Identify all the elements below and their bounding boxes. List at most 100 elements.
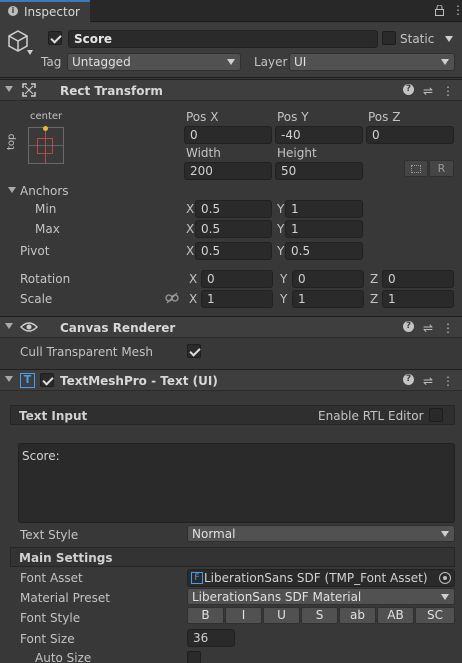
help-icon[interactable]: ? — [402, 321, 414, 332]
gameobject-name-field[interactable]: Score — [68, 30, 378, 48]
anchor-min-y-field[interactable]: 1 — [285, 200, 363, 218]
height-field[interactable]: 50 — [275, 162, 363, 180]
width-label: Width — [186, 146, 221, 160]
material-preset-value: LiberationSans SDF Material — [192, 590, 362, 604]
fold-arrow-icon[interactable] — [5, 376, 13, 382]
font-style-strikethrough-button[interactable]: S — [301, 607, 338, 624]
pivot-x-field[interactable]: 0.5 — [195, 242, 272, 260]
preset-icon[interactable]: ⇌ — [423, 84, 433, 98]
scale-x-label[interactable]: X — [189, 292, 197, 306]
tmp-header[interactable]: T TextMeshPro - Text (UI) ? ⇌ ⋮ — [0, 369, 462, 391]
font-style-uppercase-button[interactable]: AB — [377, 607, 414, 624]
anchor-max-x-field[interactable]: 0.5 — [195, 220, 272, 238]
tab-label: Inspector — [24, 5, 80, 19]
rect-transform-icon — [22, 83, 36, 100]
constrain-proportions-icon[interactable] — [165, 292, 179, 307]
font-size-field[interactable]: 36 — [187, 629, 235, 647]
anchors-fold-icon[interactable] — [8, 187, 16, 193]
anchor-max-y-field[interactable]: 1 — [285, 220, 363, 238]
preset-icon[interactable]: ⇌ — [423, 321, 433, 335]
pivot-x-label[interactable]: X — [186, 244, 194, 258]
font-style-smallcaps-button[interactable]: SC — [415, 607, 455, 624]
text-input-bar: Text Input Enable RTL Editor — [10, 405, 455, 425]
font-size-label: Font Size — [20, 632, 75, 646]
scale-y-field[interactable]: 1 — [292, 290, 364, 308]
pos-y-field[interactable]: -40 — [275, 126, 363, 144]
object-picker-icon[interactable] — [439, 572, 451, 584]
active-toggle[interactable] — [48, 31, 62, 45]
enable-rtl-checkbox[interactable] — [429, 408, 443, 422]
component-menu-icon[interactable]: ⋮ — [442, 321, 454, 335]
blueprint-mode-button[interactable] — [404, 160, 428, 177]
lock-icon[interactable] — [435, 4, 444, 16]
pos-y-label: Pos Y — [277, 110, 309, 124]
pivot-y-label[interactable]: Y — [277, 244, 284, 258]
auto-size-checkbox[interactable] — [187, 651, 201, 663]
font-style-lowercase-button[interactable]: ab — [339, 607, 376, 624]
scale-y-label[interactable]: Y — [280, 292, 287, 306]
font-style-underline-button[interactable]: U — [263, 607, 300, 624]
component-menu-icon[interactable]: ⋮ — [442, 84, 454, 98]
pos-x-field[interactable]: 0 — [184, 126, 272, 144]
cull-transparent-mesh-checkbox[interactable] — [187, 344, 201, 358]
rotation-z-label[interactable]: Z — [370, 272, 378, 286]
text-input-label: Text Input — [19, 409, 88, 423]
fold-arrow-icon[interactable] — [5, 323, 13, 329]
fold-arrow-icon[interactable] — [5, 86, 13, 92]
icon-dropdown-arrow[interactable] — [27, 50, 33, 55]
layer-label: Layer — [254, 55, 288, 69]
help-icon[interactable]: ? — [402, 84, 414, 95]
help-icon[interactable]: ? — [402, 374, 414, 385]
tab-inspector[interactable]: i Inspector — [0, 0, 90, 23]
rotation-z-field[interactable]: 0 — [382, 270, 454, 288]
text-input-value: Score: — [22, 449, 60, 463]
tab-menu-icon[interactable]: ⋮ — [452, 4, 462, 16]
pivot-y-field[interactable]: 0.5 — [285, 242, 363, 260]
text-input-area[interactable]: Score: — [18, 443, 455, 523]
material-preset-dropdown[interactable]: LiberationSans SDF Material — [187, 588, 455, 605]
cube-icon[interactable] — [7, 29, 29, 56]
pivot-label: Pivot — [20, 244, 50, 258]
preset-icon[interactable]: ⇌ — [423, 374, 433, 388]
anchor-min-x-field[interactable]: 0.5 — [195, 200, 272, 218]
scale-z-field[interactable]: 1 — [382, 290, 454, 308]
layer-dropdown[interactable]: UI — [289, 53, 455, 71]
font-style-italic-button[interactable]: I — [225, 607, 262, 624]
material-preset-label: Material Preset — [20, 591, 110, 605]
raw-edit-button[interactable]: R — [429, 160, 454, 177]
anchors-min-label: Min — [35, 202, 57, 216]
static-dropdown-arrow[interactable] — [445, 36, 453, 42]
rotation-y-field[interactable]: 0 — [292, 270, 364, 288]
rotation-x-field[interactable]: 0 — [201, 270, 273, 288]
pos-z-label: Pos Z — [368, 110, 401, 124]
max-y-label[interactable]: Y — [277, 222, 284, 236]
font-asset-field[interactable]: F LiberationSans SDF (TMP_Font Asset) — [187, 569, 455, 587]
text-component-icon: T — [20, 373, 35, 388]
rect-transform-header[interactable]: Rect Transform ? ⇌ ⋮ — [0, 79, 462, 101]
min-y-label[interactable]: Y — [277, 202, 284, 216]
scale-z-label[interactable]: Z — [370, 292, 378, 306]
rotation-y-label[interactable]: Y — [280, 272, 287, 286]
min-x-label[interactable]: X — [186, 202, 194, 216]
font-asset-icon: F — [191, 572, 203, 584]
canvas-renderer-header[interactable]: Canvas Renderer ? ⇌ ⋮ — [0, 316, 462, 338]
anchors-label[interactable]: Anchors — [20, 184, 69, 198]
static-checkbox[interactable] — [382, 31, 396, 45]
tmp-enabled-checkbox[interactable] — [40, 373, 54, 387]
text-style-dropdown[interactable]: Normal — [187, 525, 455, 542]
component-menu-icon[interactable]: ⋮ — [442, 374, 454, 388]
font-style-label: Font Style — [20, 611, 81, 625]
anchor-preset-button[interactable] — [28, 126, 64, 164]
scale-x-field[interactable]: 1 — [201, 290, 273, 308]
rotation-x-label[interactable]: X — [189, 272, 197, 286]
tag-dropdown[interactable]: Untagged — [67, 53, 241, 71]
font-style-buttons: B I U S ab AB SC — [187, 607, 455, 624]
anchors-max-label: Max — [35, 222, 60, 236]
max-x-label[interactable]: X — [186, 222, 194, 236]
pos-z-field[interactable]: 0 — [366, 126, 454, 144]
font-asset-label: Font Asset — [20, 571, 83, 585]
eye-icon — [20, 321, 38, 336]
width-field[interactable]: 200 — [184, 162, 272, 180]
anchor-dot — [43, 126, 48, 131]
font-style-bold-button[interactable]: B — [187, 607, 224, 624]
